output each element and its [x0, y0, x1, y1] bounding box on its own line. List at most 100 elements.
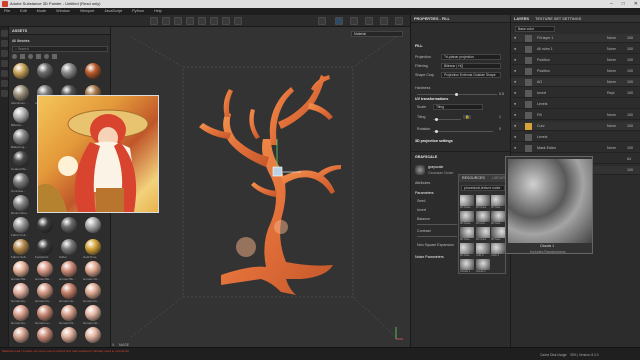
- menu-viewport[interactable]: Viewport: [80, 8, 95, 15]
- asset-thumbnail[interactable]: [85, 327, 101, 343]
- filter-smart-icon[interactable]: [20, 54, 25, 59]
- picker-icon[interactable]: [1, 90, 8, 97]
- resource-thumbnail[interactable]: [475, 259, 490, 270]
- asset-thumbnail[interactable]: [37, 217, 53, 233]
- asset-thumbnail[interactable]: [61, 63, 77, 79]
- attributes-header[interactable]: Attributes: [415, 181, 430, 185]
- resources-tab[interactable]: RESOURCES: [462, 176, 485, 180]
- resource-thumbnail[interactable]: [491, 227, 505, 238]
- layer-opacity[interactable]: 64: [627, 157, 631, 161]
- display-settings-icon[interactable]: [318, 17, 326, 25]
- filter-material-icon[interactable]: [12, 54, 17, 59]
- close-button[interactable]: ✕: [634, 0, 638, 8]
- resource-thumbnail[interactable]: [491, 243, 505, 254]
- layer-row[interactable]: ● Position Norm 100: [511, 67, 640, 76]
- resource-thumbnail[interactable]: [460, 259, 474, 270]
- filtering-dropdown[interactable]: Bilinear | HQ: [441, 63, 501, 69]
- asset-thumbnail[interactable]: [85, 63, 101, 79]
- resource-thumbnail[interactable]: [475, 227, 490, 238]
- asset-thumbnail[interactable]: [13, 173, 29, 189]
- transform-tool-icon[interactable]: [150, 17, 158, 25]
- resources-search-input[interactable]: procedural,texture noise: [461, 185, 505, 191]
- resource-thumbnail[interactable]: [460, 211, 474, 222]
- filter-alpha-icon[interactable]: [44, 54, 49, 59]
- projection-dropdown[interactable]: Tri-planar projection: [441, 54, 501, 60]
- settings-icon[interactable]: [380, 17, 388, 25]
- shape-crop-dropdown[interactable]: Projection Extends Outside Shape: [441, 72, 501, 78]
- eraser-icon[interactable]: [1, 40, 8, 47]
- screenshot-icon[interactable]: [350, 17, 358, 25]
- asset-thumbnail[interactable]: [13, 107, 29, 123]
- scale-dropdown[interactable]: Tiling: [433, 104, 483, 110]
- resource-thumbnail[interactable]: [491, 211, 505, 222]
- play-icon[interactable]: [335, 17, 343, 25]
- share-icon[interactable]: [395, 17, 403, 25]
- asset-thumbnail[interactable]: [37, 239, 53, 255]
- resource-thumbnail[interactable]: [491, 195, 505, 206]
- view-tool-icon[interactable]: [234, 17, 242, 25]
- asset-thumbnail[interactable]: [13, 63, 29, 79]
- visibility-eye-icon[interactable]: ●: [514, 47, 516, 51]
- layer-blend-mode[interactable]: Norm: [607, 124, 616, 128]
- asset-thumbnail[interactable]: [37, 261, 53, 277]
- asset-thumbnail[interactable]: [13, 217, 29, 233]
- asset-thumbnail[interactable]: [13, 327, 29, 343]
- gizmo-handle-icon[interactable]: [272, 166, 283, 177]
- layer-blend-mode[interactable]: Repl: [607, 91, 614, 95]
- layer-blend-mode[interactable]: Norm: [607, 113, 616, 117]
- menu-javascript[interactable]: JavaScript: [104, 8, 122, 15]
- layer-opacity[interactable]: 100: [627, 80, 633, 84]
- asset-thumbnail[interactable]: [61, 217, 77, 233]
- asset-thumbnail[interactable]: [13, 239, 29, 255]
- asset-thumbnail[interactable]: [61, 239, 77, 255]
- balance-slider[interactable]: [417, 224, 457, 225]
- layer-blend-mode[interactable]: Norm: [607, 36, 616, 40]
- material-tool-icon[interactable]: [198, 17, 206, 25]
- filter-texture-icon[interactable]: [36, 54, 41, 59]
- filter-mask-icon[interactable]: [52, 54, 57, 59]
- clone-icon[interactable]: [1, 80, 8, 87]
- resource-thumbnail[interactable]: [475, 195, 490, 206]
- layer-blend-mode[interactable]: Norm: [607, 47, 616, 51]
- layout-icon[interactable]: [365, 17, 373, 25]
- smudge-icon[interactable]: [1, 70, 8, 77]
- camera-tool-icon[interactable]: [162, 17, 170, 25]
- menu-mode[interactable]: Mode: [37, 8, 47, 15]
- visibility-eye-icon[interactable]: ●: [514, 135, 516, 139]
- menu-window[interactable]: Window: [56, 8, 70, 15]
- assets-search-input[interactable]: ⌕ Search: [12, 46, 108, 52]
- contrast-slider[interactable]: [417, 236, 457, 237]
- menu-python[interactable]: Python: [132, 8, 144, 15]
- asset-thumbnail[interactable]: [85, 261, 101, 277]
- layer-blend-mode[interactable]: Norm: [607, 58, 616, 62]
- asset-thumbnail[interactable]: [61, 305, 77, 321]
- layer-opacity[interactable]: 100: [627, 69, 633, 73]
- asset-thumbnail[interactable]: [13, 151, 29, 167]
- visibility-eye-icon[interactable]: ●: [514, 80, 516, 84]
- layer-row[interactable]: ● Levels: [511, 100, 640, 109]
- layer-row[interactable]: ● All rules 1 Norm 100: [511, 45, 640, 54]
- asset-thumbnail[interactable]: [85, 239, 101, 255]
- asset-thumbnail[interactable]: [37, 327, 53, 343]
- light-tool-icon[interactable]: [174, 17, 182, 25]
- resource-thumbnail[interactable]: [460, 227, 474, 238]
- layer-blend-mode[interactable]: Norm: [607, 80, 616, 84]
- layer-opacity[interactable]: 100: [627, 124, 633, 128]
- visibility-eye-icon[interactable]: ●: [514, 146, 516, 150]
- hardness-knob[interactable]: [455, 93, 458, 96]
- layer-opacity[interactable]: 100: [627, 168, 633, 172]
- visibility-eye-icon[interactable]: ●: [514, 58, 516, 62]
- asset-thumbnail[interactable]: [61, 327, 77, 343]
- layer-opacity[interactable]: 100: [627, 36, 633, 40]
- asset-thumbnail[interactable]: [37, 305, 53, 321]
- minimize-button[interactable]: –: [610, 0, 613, 8]
- projection-icon[interactable]: [1, 50, 8, 57]
- tab-texture-set-settings[interactable]: TEXTURE SET SETTINGS: [535, 15, 581, 22]
- layer-row[interactable]: ● Invert Repl 100: [511, 89, 640, 98]
- visibility-eye-icon[interactable]: ●: [514, 69, 516, 73]
- tab-layers[interactable]: LAYERS: [514, 15, 529, 22]
- layer-row[interactable]: ● Fill layer 1 Norm 100: [511, 34, 640, 43]
- layer-row[interactable]: ● Fill Norm 100: [511, 111, 640, 120]
- grid-tool-icon[interactable]: [186, 17, 194, 25]
- layer-row[interactable]: ● AO Norm 100: [511, 78, 640, 87]
